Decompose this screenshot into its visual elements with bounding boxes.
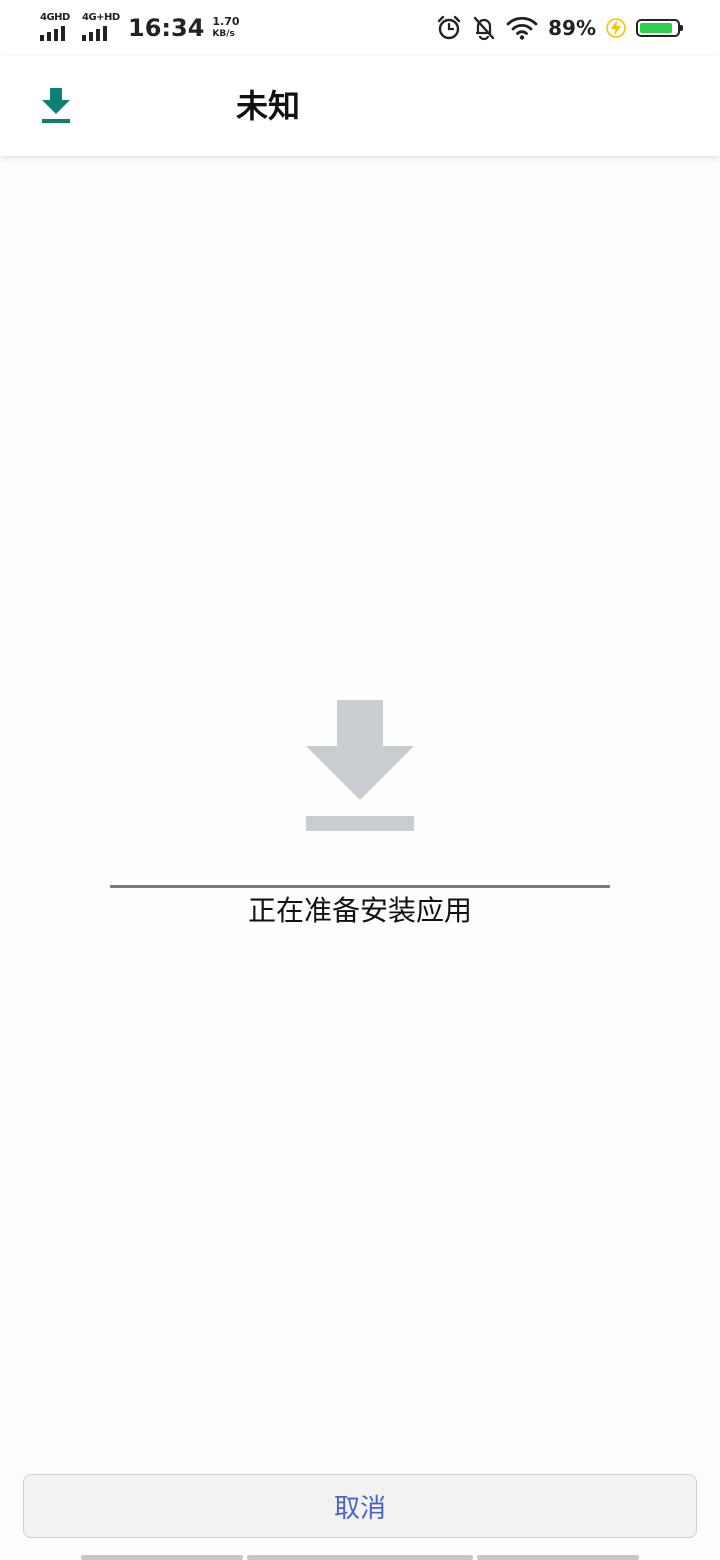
sim2-network-label: 4G+HD	[82, 12, 120, 23]
network-speed-unit: KB/s	[212, 29, 235, 39]
battery-icon	[636, 19, 683, 37]
charging-bolt-icon	[606, 18, 626, 38]
cancel-button[interactable]: 取消	[23, 1474, 697, 1538]
nav-bar-segment	[477, 1555, 639, 1560]
status-bar-left: 4GHD 4G+HD 16:34 1.70 KB/s	[40, 10, 240, 46]
sim2-signal-icon: 4G+HD	[82, 13, 120, 43]
battery-level-fill	[640, 23, 672, 33]
battery-percent: 89%	[548, 16, 596, 40]
download-icon	[42, 88, 70, 123]
status-bar-right: 89%	[436, 12, 683, 44]
app-bar: 未知	[0, 56, 720, 156]
progress-bar	[110, 885, 610, 888]
download-icon	[306, 700, 414, 831]
sim1-signal-icon: 4GHD	[40, 13, 74, 43]
network-speed: 1.70 KB/s	[212, 16, 239, 40]
main-content: 正在准备安装应用 取消	[0, 156, 720, 1560]
sim1-network-label: 4GHD	[40, 12, 70, 23]
alarm-icon	[437, 15, 461, 40]
install-status-text: 正在准备安装应用	[247, 894, 472, 927]
bell-off-icon	[473, 16, 495, 41]
status-bar: 4GHD 4G+HD 16:34 1.70 KB/s 89%	[0, 0, 720, 56]
nav-bar-segment	[247, 1555, 473, 1560]
network-speed-value: 1.70	[212, 15, 240, 28]
status-time: 16:34	[128, 14, 205, 42]
wifi-icon	[506, 16, 538, 40]
page-title: 未知	[236, 87, 301, 125]
nav-bar-segment	[81, 1555, 243, 1560]
